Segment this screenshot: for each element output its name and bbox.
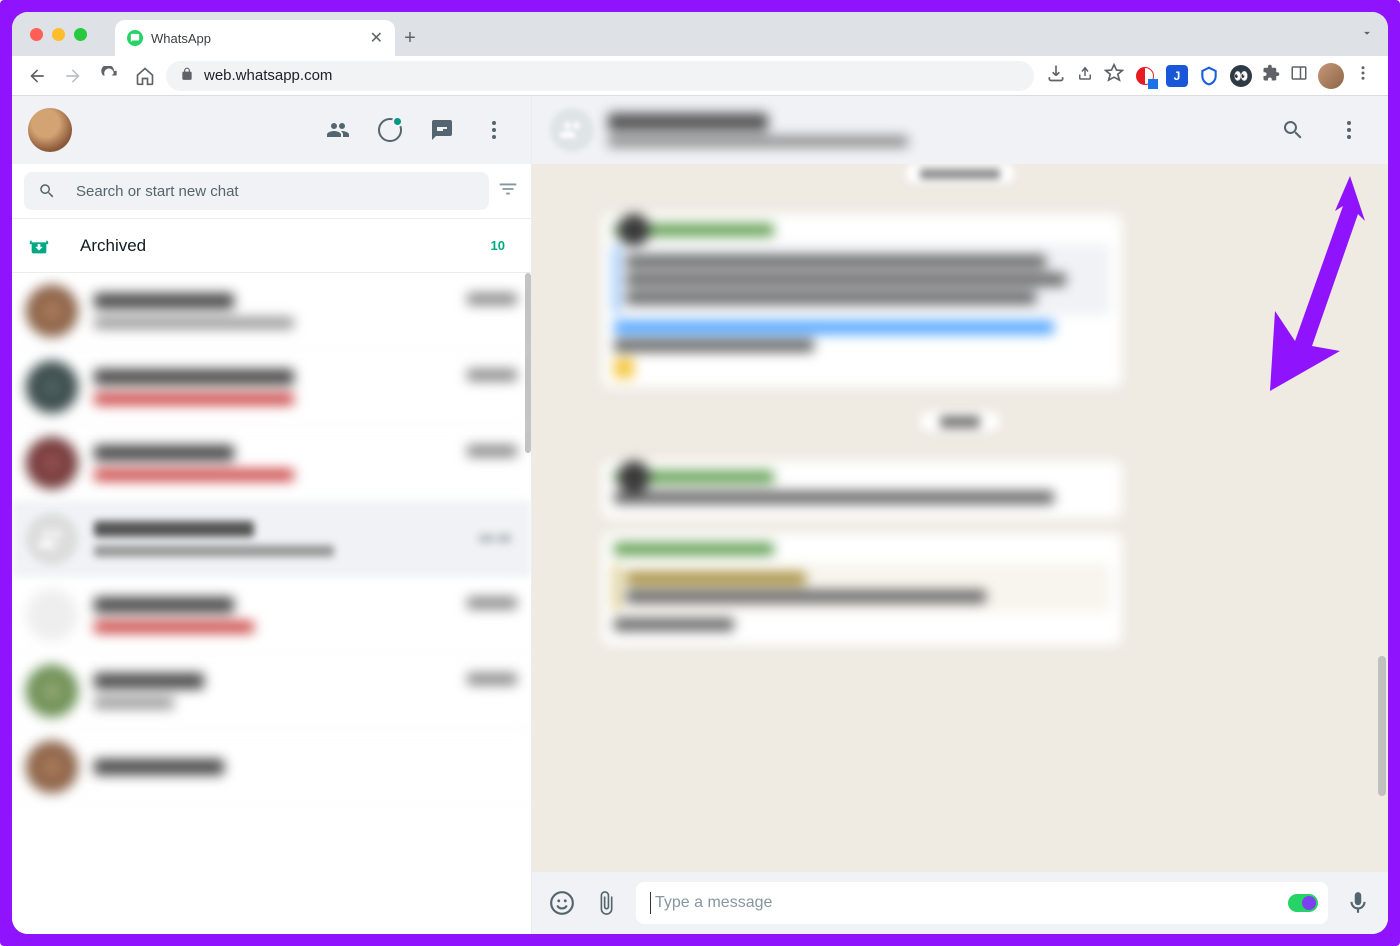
conversation-title: [608, 113, 1258, 147]
messages-area[interactable]: [532, 164, 1388, 872]
back-button[interactable]: [22, 61, 52, 91]
group-avatar: [550, 108, 594, 152]
archive-icon: [28, 235, 50, 257]
chat-item[interactable]: [12, 577, 531, 653]
communities-icon[interactable]: [317, 109, 359, 151]
close-tab-icon[interactable]: ✕: [370, 28, 383, 48]
install-icon[interactable]: [1046, 63, 1066, 88]
tabs-dropdown-icon[interactable]: [1360, 26, 1374, 45]
message-bubble: [602, 214, 1122, 388]
chat-list[interactable]: 08:08: [12, 273, 531, 934]
browser-toolbar: web.whatsapp.com J 👀: [12, 56, 1388, 96]
chat-item-selected[interactable]: 08:08: [12, 501, 531, 577]
status-icon[interactable]: [369, 109, 411, 151]
message-bubble: [602, 533, 1122, 646]
lock-icon: [180, 67, 194, 85]
date-pill: [906, 164, 1014, 184]
extension-icon[interactable]: 👀: [1230, 65, 1252, 87]
extension-icon[interactable]: [1134, 65, 1156, 87]
left-header: [12, 96, 531, 164]
profile-avatar[interactable]: [1318, 63, 1344, 89]
chat-item[interactable]: [12, 425, 531, 501]
share-icon[interactable]: [1076, 64, 1094, 87]
attach-icon[interactable]: [592, 890, 620, 916]
chat-item[interactable]: [12, 273, 531, 349]
input-toggle[interactable]: [1288, 894, 1318, 912]
extension-icon[interactable]: J: [1166, 65, 1188, 87]
maximize-window-button[interactable]: [74, 28, 87, 41]
message-input[interactable]: Type a message: [636, 882, 1328, 924]
search-placeholder: Search or start new chat: [76, 183, 239, 200]
close-window-button[interactable]: [30, 28, 43, 41]
browser-actions: J 👀: [1040, 63, 1378, 89]
composer: Type a message: [532, 872, 1388, 934]
system-pill: [920, 412, 1000, 432]
chat-item[interactable]: [12, 653, 531, 729]
new-chat-icon[interactable]: [421, 109, 463, 151]
tab-title: WhatsApp: [151, 31, 362, 46]
search-icon: [38, 182, 56, 200]
scrollbar[interactable]: [1378, 656, 1386, 796]
extensions-puzzle-icon[interactable]: [1262, 64, 1280, 87]
filter-icon[interactable]: [497, 178, 519, 205]
forward-button[interactable]: [58, 61, 88, 91]
menu-icon[interactable]: [473, 109, 515, 151]
minimize-window-button[interactable]: [52, 28, 65, 41]
chat-item-time: 08:08: [478, 531, 511, 546]
mic-icon[interactable]: [1344, 890, 1372, 916]
message-placeholder: Type a message: [655, 894, 772, 912]
message-bubble: [602, 461, 1122, 519]
url-text: web.whatsapp.com: [204, 67, 332, 84]
bookmark-star-icon[interactable]: [1104, 63, 1124, 88]
sender-avatar: [618, 214, 650, 246]
search-in-chat-icon[interactable]: [1272, 109, 1314, 151]
whatsapp-favicon-icon: [127, 30, 143, 46]
new-tab-button[interactable]: +: [395, 20, 425, 56]
sidepanel-icon[interactable]: [1290, 64, 1308, 87]
archived-row[interactable]: Archived 10: [12, 219, 531, 273]
whatsapp-app: Search or start new chat Archived 10: [12, 96, 1388, 934]
archived-label: Archived: [80, 236, 461, 256]
browser-menu-icon[interactable]: [1354, 64, 1372, 87]
search-input[interactable]: Search or start new chat: [24, 172, 489, 210]
conversation-header[interactable]: [532, 96, 1388, 164]
emoji-icon[interactable]: [548, 890, 576, 916]
chat-list-panel: Search or start new chat Archived 10: [12, 96, 532, 934]
conversation-panel: Type a message: [532, 96, 1388, 934]
window-controls: [30, 12, 115, 56]
conversation-menu-icon[interactable]: [1328, 109, 1370, 151]
my-avatar[interactable]: [28, 108, 72, 152]
home-button[interactable]: [130, 61, 160, 91]
extension-icon[interactable]: [1198, 65, 1220, 87]
browser-tabbar: WhatsApp ✕ +: [12, 12, 1388, 56]
reload-button[interactable]: [94, 61, 124, 91]
browser-tab[interactable]: WhatsApp ✕: [115, 20, 395, 56]
archived-count: 10: [491, 238, 515, 253]
address-bar[interactable]: web.whatsapp.com: [166, 61, 1034, 91]
sender-avatar: [618, 461, 650, 493]
chat-item[interactable]: [12, 729, 531, 805]
chat-item[interactable]: [12, 349, 531, 425]
search-row: Search or start new chat: [12, 164, 531, 219]
